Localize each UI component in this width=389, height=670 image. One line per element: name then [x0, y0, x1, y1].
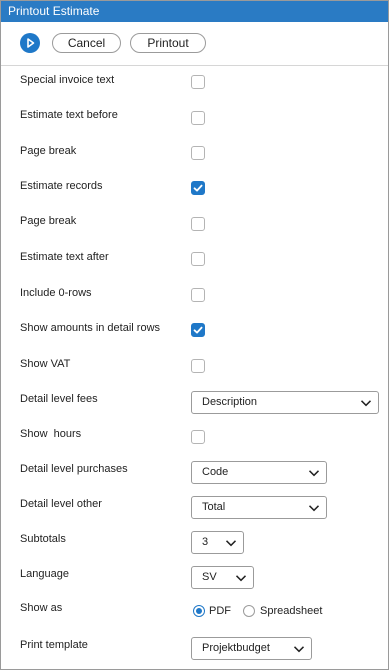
detail-level-fees-label: Detail level fees: [20, 393, 98, 405]
printout-button[interactable]: Printout: [130, 33, 206, 53]
detail-level-purchases-value: Code: [202, 466, 229, 478]
toolbar: Cancel Printout: [1, 22, 388, 65]
show-as-pdf-label[interactable]: PDF: [209, 604, 231, 618]
print-template-value: Projektbudget: [202, 642, 270, 654]
language-label: Language: [20, 568, 69, 580]
show-amounts-detail-label: Show amounts in detail rows: [20, 322, 161, 334]
chevron-down-icon: [308, 470, 320, 477]
detail-level-purchases-label: Detail level purchases: [20, 463, 128, 475]
chevron-down-icon: [235, 575, 247, 582]
page-break-1-label: Page break: [20, 145, 77, 157]
toolbar-divider: [1, 65, 388, 66]
estimate-text-after-checkbox[interactable]: [191, 252, 205, 266]
estimate-text-before-checkbox[interactable]: [191, 111, 205, 125]
page-break-2-label: Page break: [20, 215, 77, 227]
language-value: SV: [202, 571, 217, 583]
print-template-label: Print template: [20, 639, 88, 651]
print-template-select[interactable]: Projektbudget: [191, 637, 312, 660]
include-zero-rows-checkbox[interactable]: [191, 288, 205, 302]
subtotals-label: Subtotals: [20, 533, 66, 545]
page-break-2-checkbox[interactable]: [191, 217, 205, 231]
special-invoice-text-checkbox[interactable]: [191, 75, 205, 89]
checkmark-icon: [193, 184, 203, 192]
printout-estimate-dialog: Printout Estimate Cancel Printout Specia…: [0, 0, 389, 670]
estimate-records-checkbox[interactable]: [191, 181, 205, 195]
show-vat-label: Show VAT: [20, 358, 71, 370]
detail-level-other-select[interactable]: Total: [191, 496, 327, 519]
detail-level-purchases-select[interactable]: Code: [191, 461, 327, 484]
detail-level-other-value: Total: [202, 501, 226, 513]
page-break-1-checkbox[interactable]: [191, 146, 205, 160]
show-as-spreadsheet-radio[interactable]: [243, 605, 255, 617]
language-select[interactable]: SV: [191, 566, 254, 589]
detail-level-other-label: Detail level other: [20, 498, 102, 510]
include-zero-rows-label: Include 0-rows: [20, 287, 92, 299]
show-as-spreadsheet-label[interactable]: Spreadsheet: [260, 604, 322, 618]
estimate-text-before-label: Estimate text before: [20, 109, 118, 121]
checkmark-icon: [193, 326, 203, 334]
estimate-text-after-label: Estimate text after: [20, 251, 109, 263]
estimate-records-label: Estimate records: [20, 180, 103, 192]
cancel-button[interactable]: Cancel: [52, 33, 121, 53]
show-hours-checkbox[interactable]: [191, 430, 205, 444]
detail-level-fees-value: Description: [202, 396, 258, 408]
detail-level-fees-select[interactable]: Description: [191, 391, 379, 414]
special-invoice-text-label: Special invoice text: [20, 74, 115, 86]
show-vat-checkbox[interactable]: [191, 359, 205, 373]
play-circle-icon[interactable]: [20, 33, 40, 53]
show-hours-label: Show hours: [20, 428, 82, 440]
chevron-down-icon: [360, 400, 372, 407]
chevron-down-icon: [225, 540, 237, 547]
chevron-down-icon: [293, 646, 305, 653]
show-as-label: Show as: [20, 602, 63, 614]
subtotals-value: 3: [202, 536, 209, 548]
dialog-title: Printout Estimate: [1, 1, 388, 22]
subtotals-select[interactable]: 3: [191, 531, 244, 554]
show-as-pdf-radio[interactable]: [193, 605, 205, 617]
show-amounts-detail-checkbox[interactable]: [191, 323, 205, 337]
chevron-down-icon: [308, 505, 320, 512]
